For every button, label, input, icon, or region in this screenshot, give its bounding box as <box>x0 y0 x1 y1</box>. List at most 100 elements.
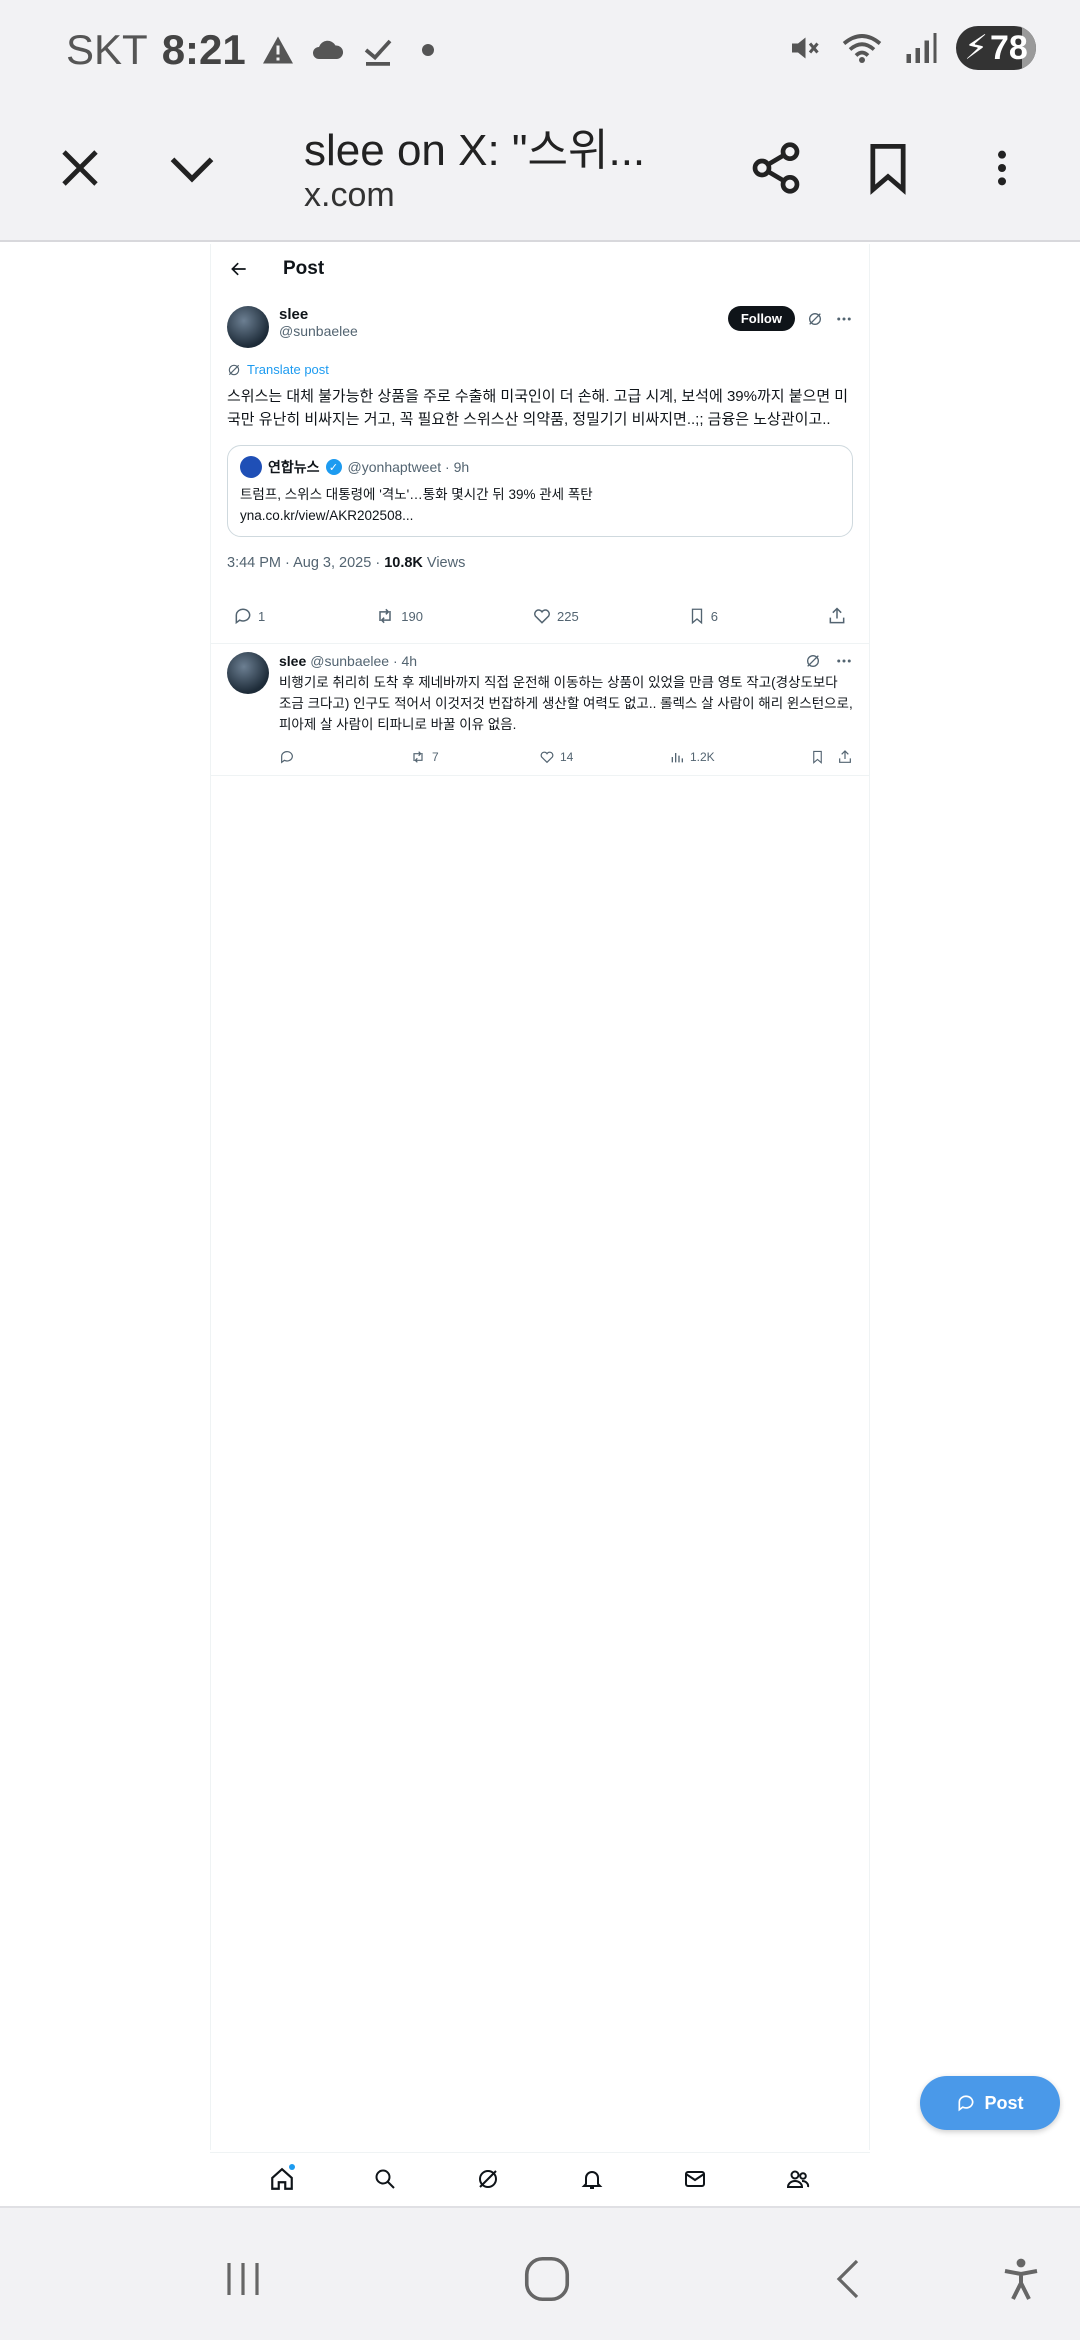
status-bar: SKT 8:21 ⚡ 78 <box>0 0 1080 100</box>
translate-label: Translate post <box>247 362 329 377</box>
cloud-icon <box>312 40 343 59</box>
repost-icon <box>413 751 423 763</box>
quoted-tweet[interactable]: 연합뉴스 ✓ @yonhaptweet · 9h 트럼프, 스위스 대통령에 '… <box>227 445 853 537</box>
bookmark-icon <box>870 143 906 195</box>
grok-icon[interactable] <box>805 653 821 669</box>
repost-icon <box>379 608 392 624</box>
bell-icon <box>581 2170 603 2189</box>
clock: 8:21 <box>161 26 246 73</box>
mute-icon <box>792 37 819 59</box>
communities-icon <box>787 2170 810 2188</box>
compose-bubble-icon <box>958 2095 974 2112</box>
more-vertical-icon <box>998 150 1006 186</box>
heart-icon <box>534 609 550 624</box>
nav-grok[interactable] <box>473 2164 503 2194</box>
more-menu-button[interactable] <box>962 128 1042 208</box>
close-tab-button[interactable] <box>40 128 120 208</box>
views-count: 10.8K <box>384 555 423 571</box>
author-name[interactable]: slee <box>279 306 728 323</box>
repost-count: 7 <box>432 750 439 764</box>
translate-post-link[interactable]: Translate post <box>227 362 853 377</box>
bookmark-page-button[interactable] <box>848 128 928 208</box>
reply-button[interactable]: 1 <box>233 606 265 626</box>
quote-handle-time: @yonhaptweet · 9h <box>347 459 470 475</box>
minimize-button[interactable] <box>152 128 232 208</box>
views-label: Views <box>422 555 466 571</box>
close-icon <box>62 150 98 186</box>
nav-home[interactable] <box>267 2163 297 2194</box>
like-count: 14 <box>560 750 574 764</box>
more-options-icon[interactable] <box>835 310 853 328</box>
reply-handle-time[interactable]: @sunbaelee · 4h <box>310 653 417 669</box>
notification-dot-icon <box>421 44 434 56</box>
author-handle[interactable]: @sunbaelee <box>279 323 728 339</box>
back-arrow-icon[interactable] <box>229 259 249 279</box>
compose-post-label: Post <box>984 2092 1024 2113</box>
repost-count: 190 <box>401 608 423 624</box>
follow-button[interactable]: Follow <box>727 306 795 331</box>
reply-actions: 7 14 1.2K <box>279 739 853 775</box>
tweet-text: 스위스는 대체 불가능한 상품을 주로 수출해 미국인이 더 손해. 고급 시계… <box>227 388 849 428</box>
nav-communities[interactable] <box>783 2164 813 2194</box>
tweet-meta: 3:44 PM · Aug 3, 2025 · 10.8K Views <box>227 555 853 571</box>
system-navigation-bar <box>0 2206 1080 2340</box>
battery-indicator: ⚡ 78 <box>956 26 1036 70</box>
tweet-actions: 1 190 225 6 <box>227 589 853 643</box>
avatar[interactable] <box>227 306 269 348</box>
reply-author-name[interactable]: slee <box>279 653 306 669</box>
download-done-icon <box>364 39 392 66</box>
nav-notifications[interactable] <box>577 2164 607 2194</box>
x-post-page: Post slee @sunbaelee Follow Translate po… <box>210 244 870 2150</box>
upload-share-icon <box>829 607 845 624</box>
reply-count: 1 <box>258 608 266 624</box>
reply-button[interactable] <box>279 749 409 765</box>
more-options-icon[interactable] <box>835 652 853 670</box>
page-title: slee on X: "스위... <box>304 126 646 175</box>
quote-link[interactable]: yna.co.kr/view/AKR202508... <box>240 505 840 526</box>
bookmark-count: 6 <box>710 608 718 624</box>
recent-apps-icon <box>227 2263 259 2295</box>
reply-icon <box>281 751 293 764</box>
like-count: 225 <box>557 608 579 624</box>
upload-share-icon[interactable] <box>837 749 853 765</box>
battery-level: 78 <box>990 28 1028 67</box>
quote-author-name: 연합뉴스 <box>268 459 320 475</box>
bookmark-icon <box>691 608 702 625</box>
carrier-label: SKT <box>66 26 148 73</box>
signal-icon <box>906 33 937 63</box>
reply-tweet[interactable]: slee @sunbaelee · 4h 비행기로 취리히 도착 후 제네바까지… <box>211 644 869 776</box>
post-header: Post <box>211 244 869 294</box>
main-tweet: slee @sunbaelee Follow Translate post 스위… <box>211 294 869 644</box>
bookmark-icon[interactable] <box>810 749 825 765</box>
post-header-title: Post <box>283 258 325 279</box>
compose-post-button[interactable]: Post <box>920 2076 1060 2130</box>
home-circle-icon <box>524 2256 570 2302</box>
grok-icon[interactable] <box>807 311 823 327</box>
nav-search[interactable] <box>370 2164 400 2194</box>
bookmark-button[interactable]: 6 <box>688 606 718 626</box>
nav-messages[interactable] <box>680 2164 710 2194</box>
back-button[interactable] <box>814 2244 884 2314</box>
recent-apps-button[interactable] <box>208 2244 278 2314</box>
like-button[interactable]: 225 <box>532 606 579 626</box>
back-chevron-icon <box>836 2259 859 2299</box>
chevron-down-icon <box>170 157 214 183</box>
repost-button[interactable]: 190 <box>374 606 423 626</box>
accessibility-icon <box>1004 2258 1038 2300</box>
avatar[interactable] <box>227 652 269 694</box>
share-button[interactable] <box>736 128 816 208</box>
tweet-timestamp[interactable]: 3:44 PM · Aug 3, 2025 · <box>227 555 384 571</box>
like-button[interactable]: 14 <box>539 749 669 765</box>
share-icon <box>752 142 800 194</box>
accessibility-button[interactable] <box>986 2244 1056 2314</box>
verified-badge-icon: ✓ <box>325 459 342 475</box>
views-button[interactable]: 1.2K <box>669 749 799 765</box>
wifi-icon <box>842 34 882 63</box>
share-tweet-button[interactable] <box>827 606 847 626</box>
page-url[interactable]: x.com <box>304 176 395 215</box>
mail-icon <box>684 2170 705 2187</box>
reply-text: 비행기로 취리히 도착 후 제네바까지 직접 운전해 이동하는 상품이 있었을 … <box>279 675 853 732</box>
repost-button[interactable]: 7 <box>409 749 539 765</box>
unread-dot <box>288 2163 295 2170</box>
home-button[interactable] <box>512 2244 582 2314</box>
